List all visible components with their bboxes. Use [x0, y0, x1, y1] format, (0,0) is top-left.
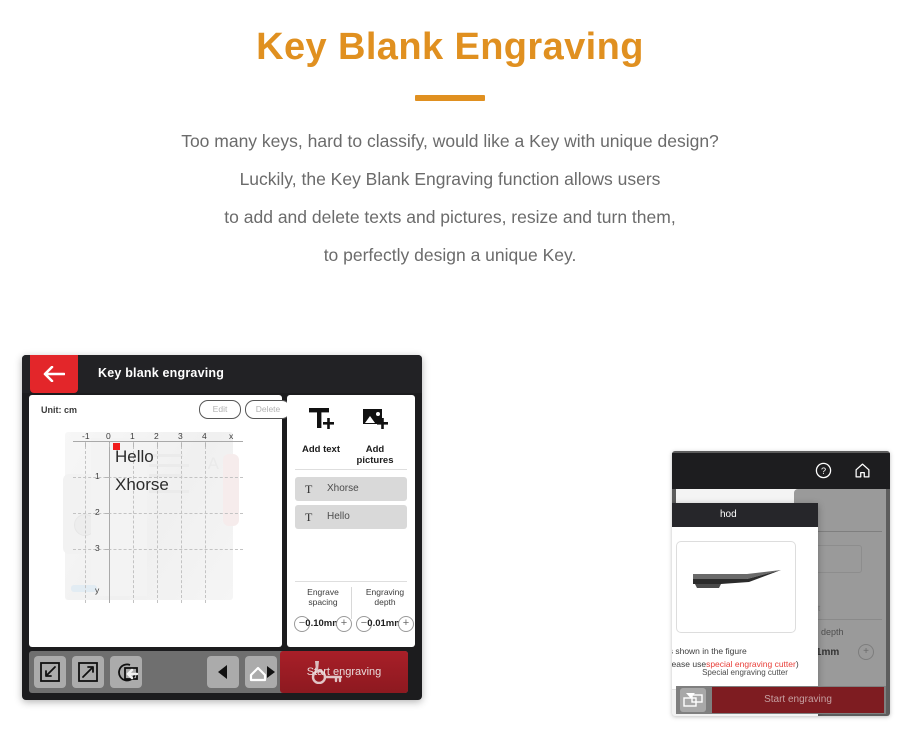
x-axis [73, 441, 243, 442]
engrave-spacing-label: Engrave spacing [307, 587, 339, 607]
rotate-icon[interactable] [110, 656, 142, 688]
engraving-cutter-icon [693, 570, 781, 588]
back-panel-plus-button[interactable]: + [858, 644, 874, 660]
enlarge-icon[interactable] [72, 656, 104, 688]
add-text-icon [309, 408, 334, 429]
shrink-icon[interactable] [34, 656, 66, 688]
engraving-depth-plus-button[interactable]: + [398, 616, 414, 632]
dialog-note-prefix: Please use [672, 658, 707, 669]
x-tick-label: 1 [130, 431, 135, 441]
hero-line-4: to perfectly design a unique Key. [323, 244, 577, 265]
back-arrow-icon [43, 366, 65, 382]
hero-line-2: Luckily, the Key Blank Engraving functio… [239, 168, 661, 189]
tools-panel: Add text Add pictures T Xhorse T Hello E… [287, 395, 415, 647]
back-device-dialog: hod Special engraving cutter as shown in… [672, 503, 818, 716]
text-layer-icon: T [305, 482, 313, 496]
back-device-topbar: ? [672, 453, 890, 489]
dialog-cutter-card: Special engraving cutter [676, 541, 796, 677]
delete-button[interactable]: Delete [245, 400, 291, 419]
y-axis [109, 441, 110, 603]
svg-text:?: ? [821, 466, 826, 476]
add-text-label: Add text [302, 444, 340, 455]
dialog-note-highlight: special engraving cutter [706, 658, 796, 669]
add-pictures-button[interactable]: Add pictures [347, 405, 403, 466]
y-tick-label: 1 [95, 471, 100, 481]
device-panels: Unit: cm Edit Delete A -1 0 1 2 3 4 x 1 … [29, 395, 415, 647]
key-cutter-icon [311, 661, 343, 684]
watermark-letter: A [207, 454, 219, 473]
settings-vertical-divider [351, 587, 352, 619]
home-icon[interactable] [854, 462, 871, 484]
back-button[interactable] [30, 355, 78, 393]
move-left-icon[interactable] [207, 656, 239, 688]
layer-item[interactable]: T Hello [295, 505, 407, 529]
engraving-depth-label: Engraving depth [365, 587, 405, 607]
back-start-engraving-button[interactable]: Start engraving [712, 687, 884, 713]
add-pictures-label: Add pictures [356, 444, 394, 466]
hero-section: Key Blank Engraving Too many keys, hard … [0, 0, 900, 267]
clamp-icon[interactable] [680, 688, 706, 712]
layer-item[interactable]: T Xhorse [295, 477, 407, 501]
hero-line-1: Too many keys, hard to classify, would l… [181, 131, 719, 151]
tools-divider [295, 469, 407, 470]
canvas-text-item[interactable]: Xhorse [115, 475, 169, 495]
primary-device-screenshot: Key blank engraving ? Unit: cm Edit Dele… [22, 355, 422, 700]
page-title: Key Blank Engraving [256, 26, 644, 68]
hero-description: Too many keys, hard to classify, would l… [0, 131, 900, 267]
secondary-device-screenshot: ? s font ving depth 0.01mm + hod [672, 451, 890, 716]
y-tick-label: 3 [95, 543, 100, 553]
screenshot-stage: ? s font ving depth 0.01mm + hod [0, 340, 900, 755]
dialog-note: as shown in the figure Please usespecial… [672, 645, 818, 671]
x-tick-label: 4 [202, 431, 207, 441]
engrave-canvas[interactable]: A -1 0 1 2 3 4 x 1 2 3 y Hello Xhorse [63, 427, 245, 607]
x-tick-label: 2 [154, 431, 159, 441]
engrave-spacing-plus-button[interactable]: + [336, 616, 352, 632]
engraving-depth-setting: Engraving depth − 0.01mm + [355, 587, 415, 632]
add-picture-icon [363, 409, 388, 429]
add-tools-row: Add text Add pictures [287, 395, 415, 473]
hero-line-3: to add and delete texts and pictures, re… [224, 206, 676, 227]
dialog-title-fragment: hod [672, 503, 818, 527]
title-divider [415, 95, 485, 101]
layer-label: Xhorse [327, 483, 359, 494]
y-axis-label: y [95, 585, 100, 595]
x-tick-label: -1 [82, 431, 90, 441]
x-tick-label: 3 [178, 431, 183, 441]
canvas-text-item[interactable]: Hello [115, 447, 154, 467]
device-title: Key blank engraving [98, 366, 225, 380]
dialog-note-suffix: ) [795, 658, 799, 669]
canvas-panel: Unit: cm Edit Delete A -1 0 1 2 3 4 x 1 … [29, 395, 291, 647]
device-topbar: Key blank engraving ? [22, 355, 422, 393]
text-layer-icon: T [305, 510, 313, 524]
unit-label: Unit: cm [41, 405, 77, 415]
x-tick-label: 0 [106, 431, 111, 441]
add-text-button[interactable]: Add text [293, 405, 349, 455]
question-mark-icon[interactable]: ? [815, 462, 832, 484]
settings-divider [295, 581, 407, 582]
move-home-right-icon[interactable] [245, 656, 277, 688]
layer-label: Hello [327, 511, 350, 522]
engrave-spacing-setting: Engrave spacing − 0.10mm + [293, 587, 353, 632]
dialog-note-line-2: Please usespecial engraving cutter) [672, 658, 818, 671]
x-axis-label: x [229, 431, 234, 441]
edit-button[interactable]: Edit [199, 400, 241, 419]
y-tick-label: 2 [95, 507, 100, 517]
start-engraving-button[interactable]: Start engraving [280, 651, 408, 693]
dialog-note-line-1: as shown in the figure [672, 646, 747, 656]
back-device-body: s font ving depth 0.01mm + hod Special [672, 489, 886, 716]
back-device-bottombar: Start engraving [676, 686, 886, 714]
